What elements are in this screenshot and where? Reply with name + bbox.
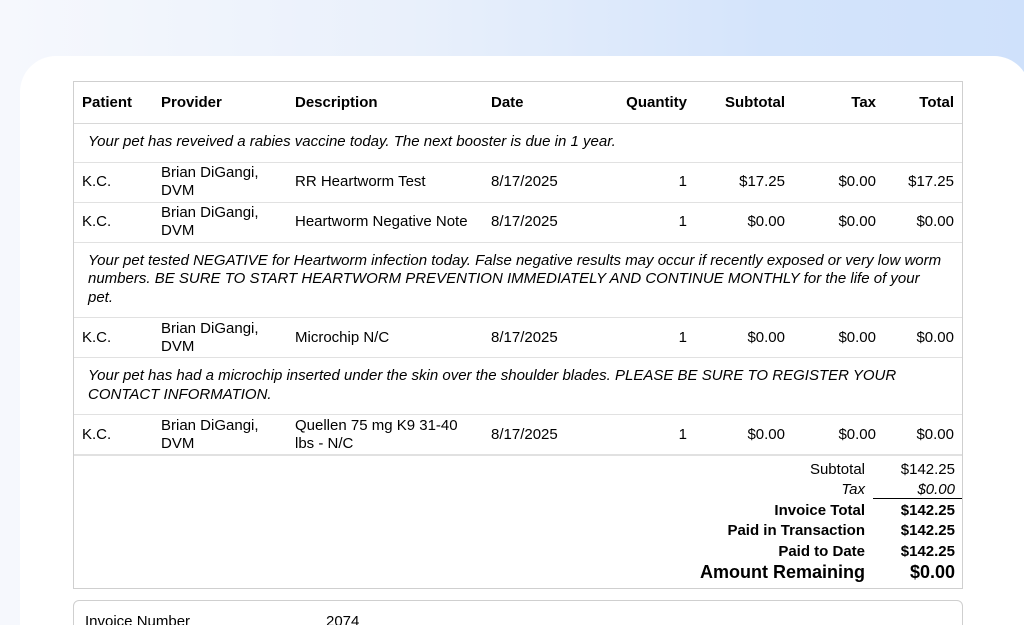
tax-value: $0.00 <box>873 481 962 499</box>
cell-provider: Brian DiGangi, DVM <box>153 317 287 358</box>
amount-remaining-row: Amount Remaining $0.00 <box>74 562 962 584</box>
table-row: K.C. Brian DiGangi, DVM Microchip N/C 8/… <box>74 317 962 358</box>
cell-date: 8/17/2025 <box>483 202 592 243</box>
note-row: Your pet tested NEGATIVE for Heartworm i… <box>74 242 962 318</box>
cell-quantity: 1 <box>592 414 695 455</box>
col-provider: Provider <box>153 82 287 124</box>
cell-patient: K.C. <box>74 162 153 203</box>
cell-provider: Brian DiGangi, DVM <box>153 414 287 455</box>
paid-to-date-value: $142.25 <box>900 542 955 560</box>
cell-description: RR Heartworm Test <box>287 162 483 203</box>
cell-subtotal: $0.00 <box>695 202 793 243</box>
cell-tax: $0.00 <box>793 317 884 358</box>
paid-to-date-row: Paid to Date $142.25 <box>74 541 962 562</box>
cell-patient: K.C. <box>74 202 153 243</box>
cell-date: 8/17/2025 <box>483 414 592 455</box>
cell-subtotal: $0.00 <box>695 317 793 358</box>
totals-block: Subtotal $142.25 Tax $0.00 Invoice Total… <box>74 455 962 588</box>
tax-label: Tax <box>841 481 865 499</box>
cell-quantity: 1 <box>592 162 695 203</box>
note-row: Your pet has had a microchip inserted un… <box>74 357 962 415</box>
cell-quantity: 1 <box>592 317 695 358</box>
cell-total: $17.25 <box>884 162 962 203</box>
invoice-number-value: 2074 <box>326 613 360 625</box>
invoice-number-label: Invoice Number <box>85 613 191 625</box>
table-header-row: Patient Provider Description Date Quanti… <box>74 82 962 124</box>
cell-patient: K.C. <box>74 414 153 455</box>
note-text: Your pet has reveived a rabies vaccine t… <box>74 123 962 163</box>
table-row: K.C. Brian DiGangi, DVM RR Heartworm Tes… <box>74 162 962 203</box>
cell-date: 8/17/2025 <box>483 162 592 203</box>
cell-provider: Brian DiGangi, DVM <box>153 202 287 243</box>
cell-tax: $0.00 <box>793 414 884 455</box>
col-date: Date <box>483 82 592 124</box>
table-row: K.C. Brian DiGangi, DVM Heartworm Negati… <box>74 202 962 243</box>
paid-to-date-label: Paid to Date <box>778 542 865 560</box>
amount-remaining-label: Amount Remaining <box>700 562 865 582</box>
col-tax: Tax <box>793 82 884 124</box>
amount-remaining-value: $0.00 <box>909 562 955 582</box>
invoice-info-box: Invoice Number 2074 <box>73 600 963 625</box>
invoice-table: Patient Provider Description Date Quanti… <box>74 82 962 455</box>
paid-in-transaction-label: Paid in Transaction <box>727 522 865 540</box>
col-subtotal: Subtotal <box>695 82 793 124</box>
col-quantity: Quantity <box>592 82 695 124</box>
cell-total: $0.00 <box>884 317 962 358</box>
cell-tax: $0.00 <box>793 202 884 243</box>
col-total: Total <box>884 82 962 124</box>
cell-patient: K.C. <box>74 317 153 358</box>
note-text: Your pet has had a microchip inserted un… <box>74 357 962 415</box>
col-patient: Patient <box>74 82 153 124</box>
note-text: Your pet tested NEGATIVE for Heartworm i… <box>74 242 962 318</box>
paid-in-transaction-row: Paid in Transaction $142.25 <box>74 521 962 542</box>
subtotal-row: Subtotal $142.25 <box>74 459 962 480</box>
invoice-total-row: Invoice Total $142.25 <box>74 500 962 521</box>
col-description: Description <box>287 82 483 124</box>
paid-in-transaction-value: $142.25 <box>900 522 955 540</box>
subtotal-value: $142.25 <box>900 460 955 478</box>
cell-subtotal: $0.00 <box>695 414 793 455</box>
invoice-table-container: Patient Provider Description Date Quanti… <box>73 81 963 589</box>
cell-description: Microchip N/C <box>287 317 483 358</box>
invoice-total-label: Invoice Total <box>774 501 865 519</box>
note-row: Your pet has reveived a rabies vaccine t… <box>74 123 962 163</box>
table-row: K.C. Brian DiGangi, DVM Quellen 75 mg K9… <box>74 414 962 455</box>
tax-row: Tax $0.00 <box>74 480 962 501</box>
subtotal-label: Subtotal <box>809 460 865 478</box>
cell-tax: $0.00 <box>793 162 884 203</box>
cell-provider: Brian DiGangi, DVM <box>153 162 287 203</box>
cell-total: $0.00 <box>884 414 962 455</box>
cell-total: $0.00 <box>884 202 962 243</box>
invoice-total-value: $142.25 <box>900 501 955 519</box>
cell-subtotal: $17.25 <box>695 162 793 203</box>
cell-quantity: 1 <box>592 202 695 243</box>
cell-date: 8/17/2025 <box>483 317 592 358</box>
cell-description: Heartworm Negative Note <box>287 202 483 243</box>
cell-description: Quellen 75 mg K9 31-40 lbs - N/C <box>287 414 483 455</box>
